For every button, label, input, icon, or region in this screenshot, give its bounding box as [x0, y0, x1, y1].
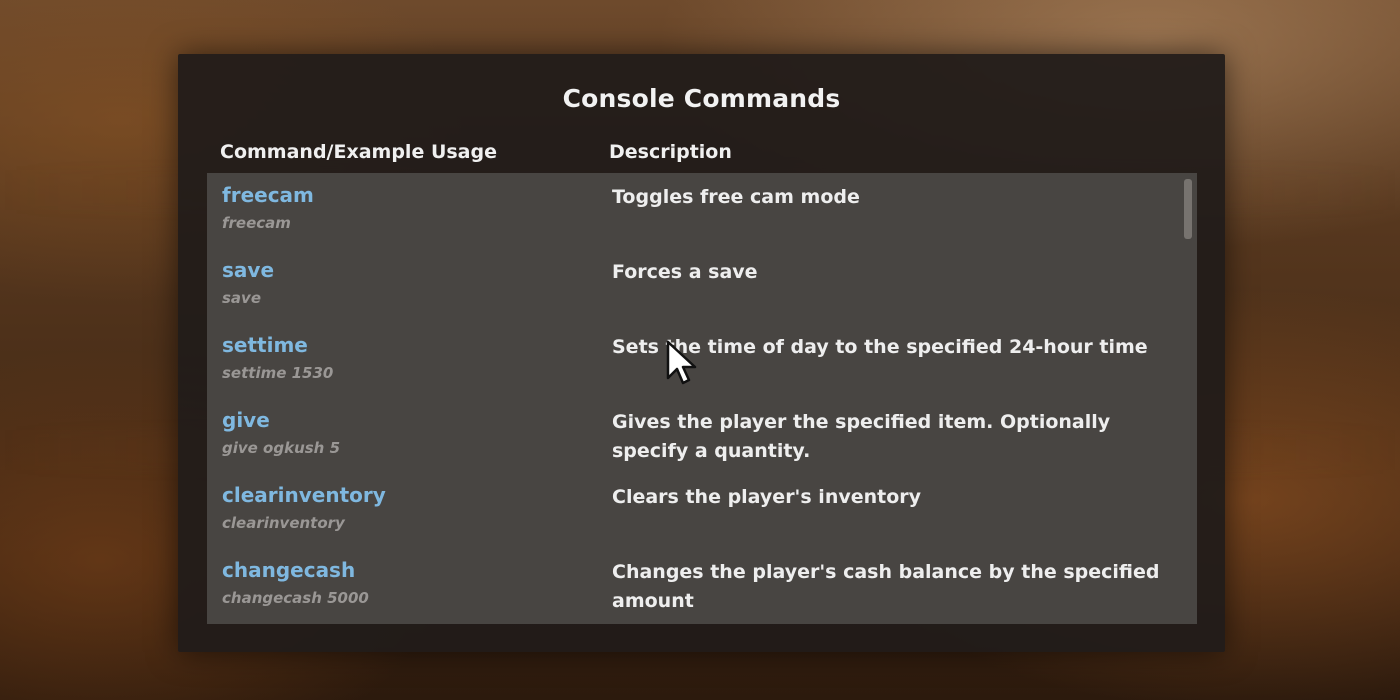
command-description: Clears the player's inventory [612, 486, 922, 508]
panel-title: Console Commands [562, 84, 841, 113]
command-example: clearinventory [222, 514, 345, 532]
command-description: Forces a save [612, 261, 758, 283]
command-example: settime 1530 [222, 364, 334, 382]
command-name: clearinventory [222, 483, 386, 507]
command-name: give [222, 408, 270, 432]
command-example: changecash 5000 [222, 589, 369, 607]
command-name: settime [222, 333, 308, 357]
command-name: changecash [222, 558, 356, 582]
command-name: freecam [222, 183, 314, 207]
vertical-scrollbar[interactable] [1184, 177, 1192, 620]
command-column-header: Command/Example Usage [220, 141, 497, 163]
command-example: freecam [222, 214, 291, 232]
description-column-header: Description [609, 141, 732, 163]
command-example: save [222, 289, 262, 307]
command-row-freecam[interactable]: freecam freecam Toggles free cam mode [207, 173, 1182, 248]
command-description: Gives the player the specified item. Opt… [612, 411, 1111, 462]
console-commands-panel: Console Commands Command/Example Usage D… [178, 54, 1225, 652]
command-name: save [222, 258, 275, 282]
command-example: give ogkush 5 [222, 439, 341, 457]
scrollbar-thumb[interactable] [1184, 179, 1192, 239]
command-row-save[interactable]: save save Forces a save [207, 248, 1182, 323]
command-row-clearinventory[interactable]: clearinventory clearinventory Clears the… [207, 473, 1182, 548]
command-row-changecash[interactable]: changecash changecash 5000 Changes the p… [207, 548, 1182, 623]
command-list[interactable]: freecam freecam Toggles free cam mode sa… [207, 173, 1197, 624]
mouse-pointer-icon [666, 340, 697, 385]
command-description: Changes the player's cash balance by the… [612, 561, 1160, 612]
command-description: Toggles free cam mode [612, 186, 860, 208]
command-row-give[interactable]: give give ogkush 5 Gives the player the … [207, 398, 1182, 473]
